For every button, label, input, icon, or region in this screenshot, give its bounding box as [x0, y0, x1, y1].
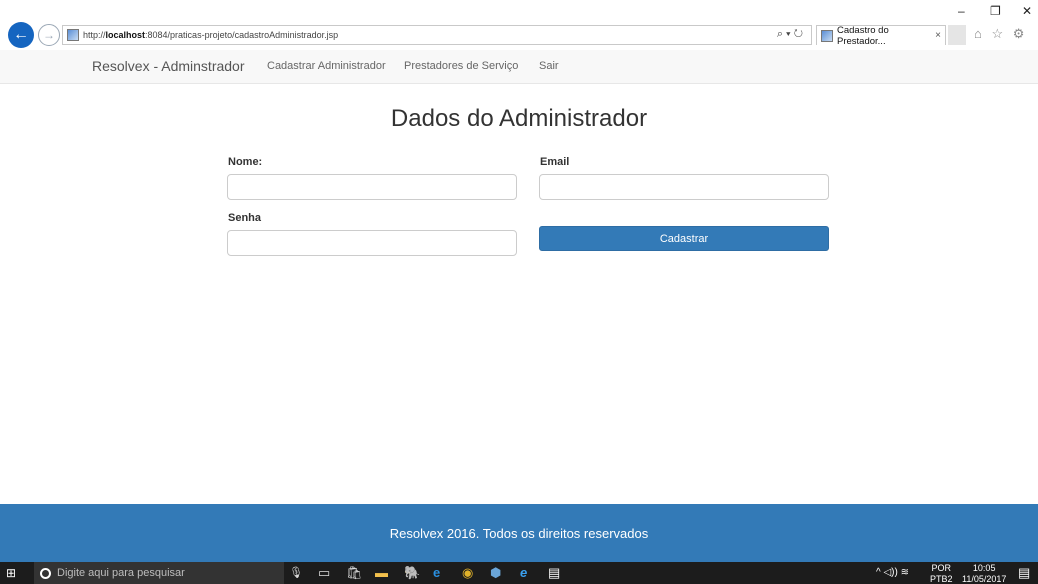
nav-link-sair[interactable]: Sair — [539, 60, 559, 72]
browser-tab[interactable]: Cadastro do Prestador... × — [816, 24, 946, 47]
language-indicator[interactable]: POR PTB2 — [930, 564, 953, 584]
toolbar-icons[interactable]: ⌂ ☆ ⚙ — [974, 26, 1027, 42]
tab-favicon-icon — [821, 29, 833, 42]
restore-button[interactable]: ❐ — [990, 4, 1001, 18]
footer-text: Resolvex 2016. Todos os direitos reserva… — [389, 525, 649, 541]
forward-button[interactable]: → — [38, 24, 60, 46]
cadastrar-button[interactable]: Cadastrar — [539, 226, 829, 251]
virtualbox-icon[interactable]: ⬢ — [490, 565, 501, 581]
nome-label: Nome: — [228, 156, 263, 168]
browser-chrome: – ❐ ✕ ← → http://localhost:8084/praticas… — [0, 0, 1038, 48]
url-path: :8084/praticas-projeto/cadastroAdministr… — [145, 30, 339, 40]
email-input[interactable] — [539, 174, 829, 200]
url-prefix: http:// — [83, 30, 106, 40]
microphone-icon[interactable]: 🎙 — [289, 565, 303, 581]
nome-input[interactable] — [227, 174, 517, 200]
back-arrow-icon: ← — [13, 26, 29, 43]
minimize-button[interactable]: – — [958, 4, 965, 18]
new-tab-button[interactable] — [948, 25, 966, 45]
close-window-button[interactable]: ✕ — [1022, 4, 1032, 18]
navbar-brand[interactable]: Resolvex - Adminstrador — [92, 58, 245, 74]
footer: Resolvex 2016. Todos os direitos reserva… — [0, 504, 1038, 562]
nav-link-prestadores[interactable]: Prestadores de Serviço — [404, 60, 518, 72]
taskbar-search-placeholder: Digite aqui para pesquisar — [57, 567, 185, 579]
forward-arrow-icon: → — [43, 28, 55, 42]
document-icon[interactable]: ▤ — [548, 565, 560, 581]
search-refresh-icon[interactable]: ⌕ ▾ ↻ — [777, 28, 803, 41]
language-top: POR — [931, 563, 952, 573]
task-view-icon[interactable]: ▭ — [318, 565, 330, 581]
tab-close-icon[interactable]: × — [935, 30, 941, 41]
email-label: Email — [540, 156, 570, 168]
notification-icon[interactable]: ▤ — [1018, 565, 1030, 581]
clock[interactable]: 10:05 11/05/2017 — [962, 564, 1006, 584]
clock-date: 11/05/2017 — [962, 574, 1007, 584]
senha-input[interactable] — [227, 230, 517, 256]
chrome-icon[interactable]: ◉ — [462, 565, 473, 581]
back-button[interactable]: ← — [8, 22, 34, 48]
url-host: localhost — [105, 30, 146, 40]
navbar: Resolvex - Adminstrador Cadastrar Admini… — [0, 50, 1038, 84]
windows-start-icon[interactable]: ⊞ — [6, 566, 20, 580]
address-bar[interactable]: http://localhost:8084/praticas-projeto/c… — [62, 25, 812, 45]
tab-title: Cadastro do Prestador... — [837, 24, 889, 47]
tray-icons[interactable]: ^ ◁)) ≋ — [876, 568, 909, 578]
language-bottom: PTB2 — [930, 574, 953, 584]
clock-time: 10:05 — [972, 563, 996, 573]
senha-label: Senha — [228, 212, 262, 224]
database-icon[interactable]: 🐘 — [404, 565, 420, 581]
internet-explorer-icon[interactable]: e — [520, 565, 527, 581]
taskbar: ⊞ Digite aqui para pesquisar 🎙 ▭ 🛍 ▬ 🐘 e… — [0, 562, 1038, 584]
file-explorer-icon[interactable]: ▬ — [375, 565, 388, 581]
page-favicon-icon — [67, 29, 79, 41]
store-icon[interactable]: 🛍 — [346, 565, 363, 581]
page-title: Dados do Administrador — [390, 105, 648, 132]
cortana-icon — [40, 567, 51, 579]
taskbar-search[interactable]: Digite aqui para pesquisar — [34, 562, 284, 584]
nav-link-cadastrar-administrador[interactable]: Cadastrar Administrador — [267, 60, 386, 72]
edge-browser-icon[interactable]: e — [433, 565, 440, 581]
browser-window: – ❐ ✕ ← → http://localhost:8084/praticas… — [0, 0, 1038, 584]
